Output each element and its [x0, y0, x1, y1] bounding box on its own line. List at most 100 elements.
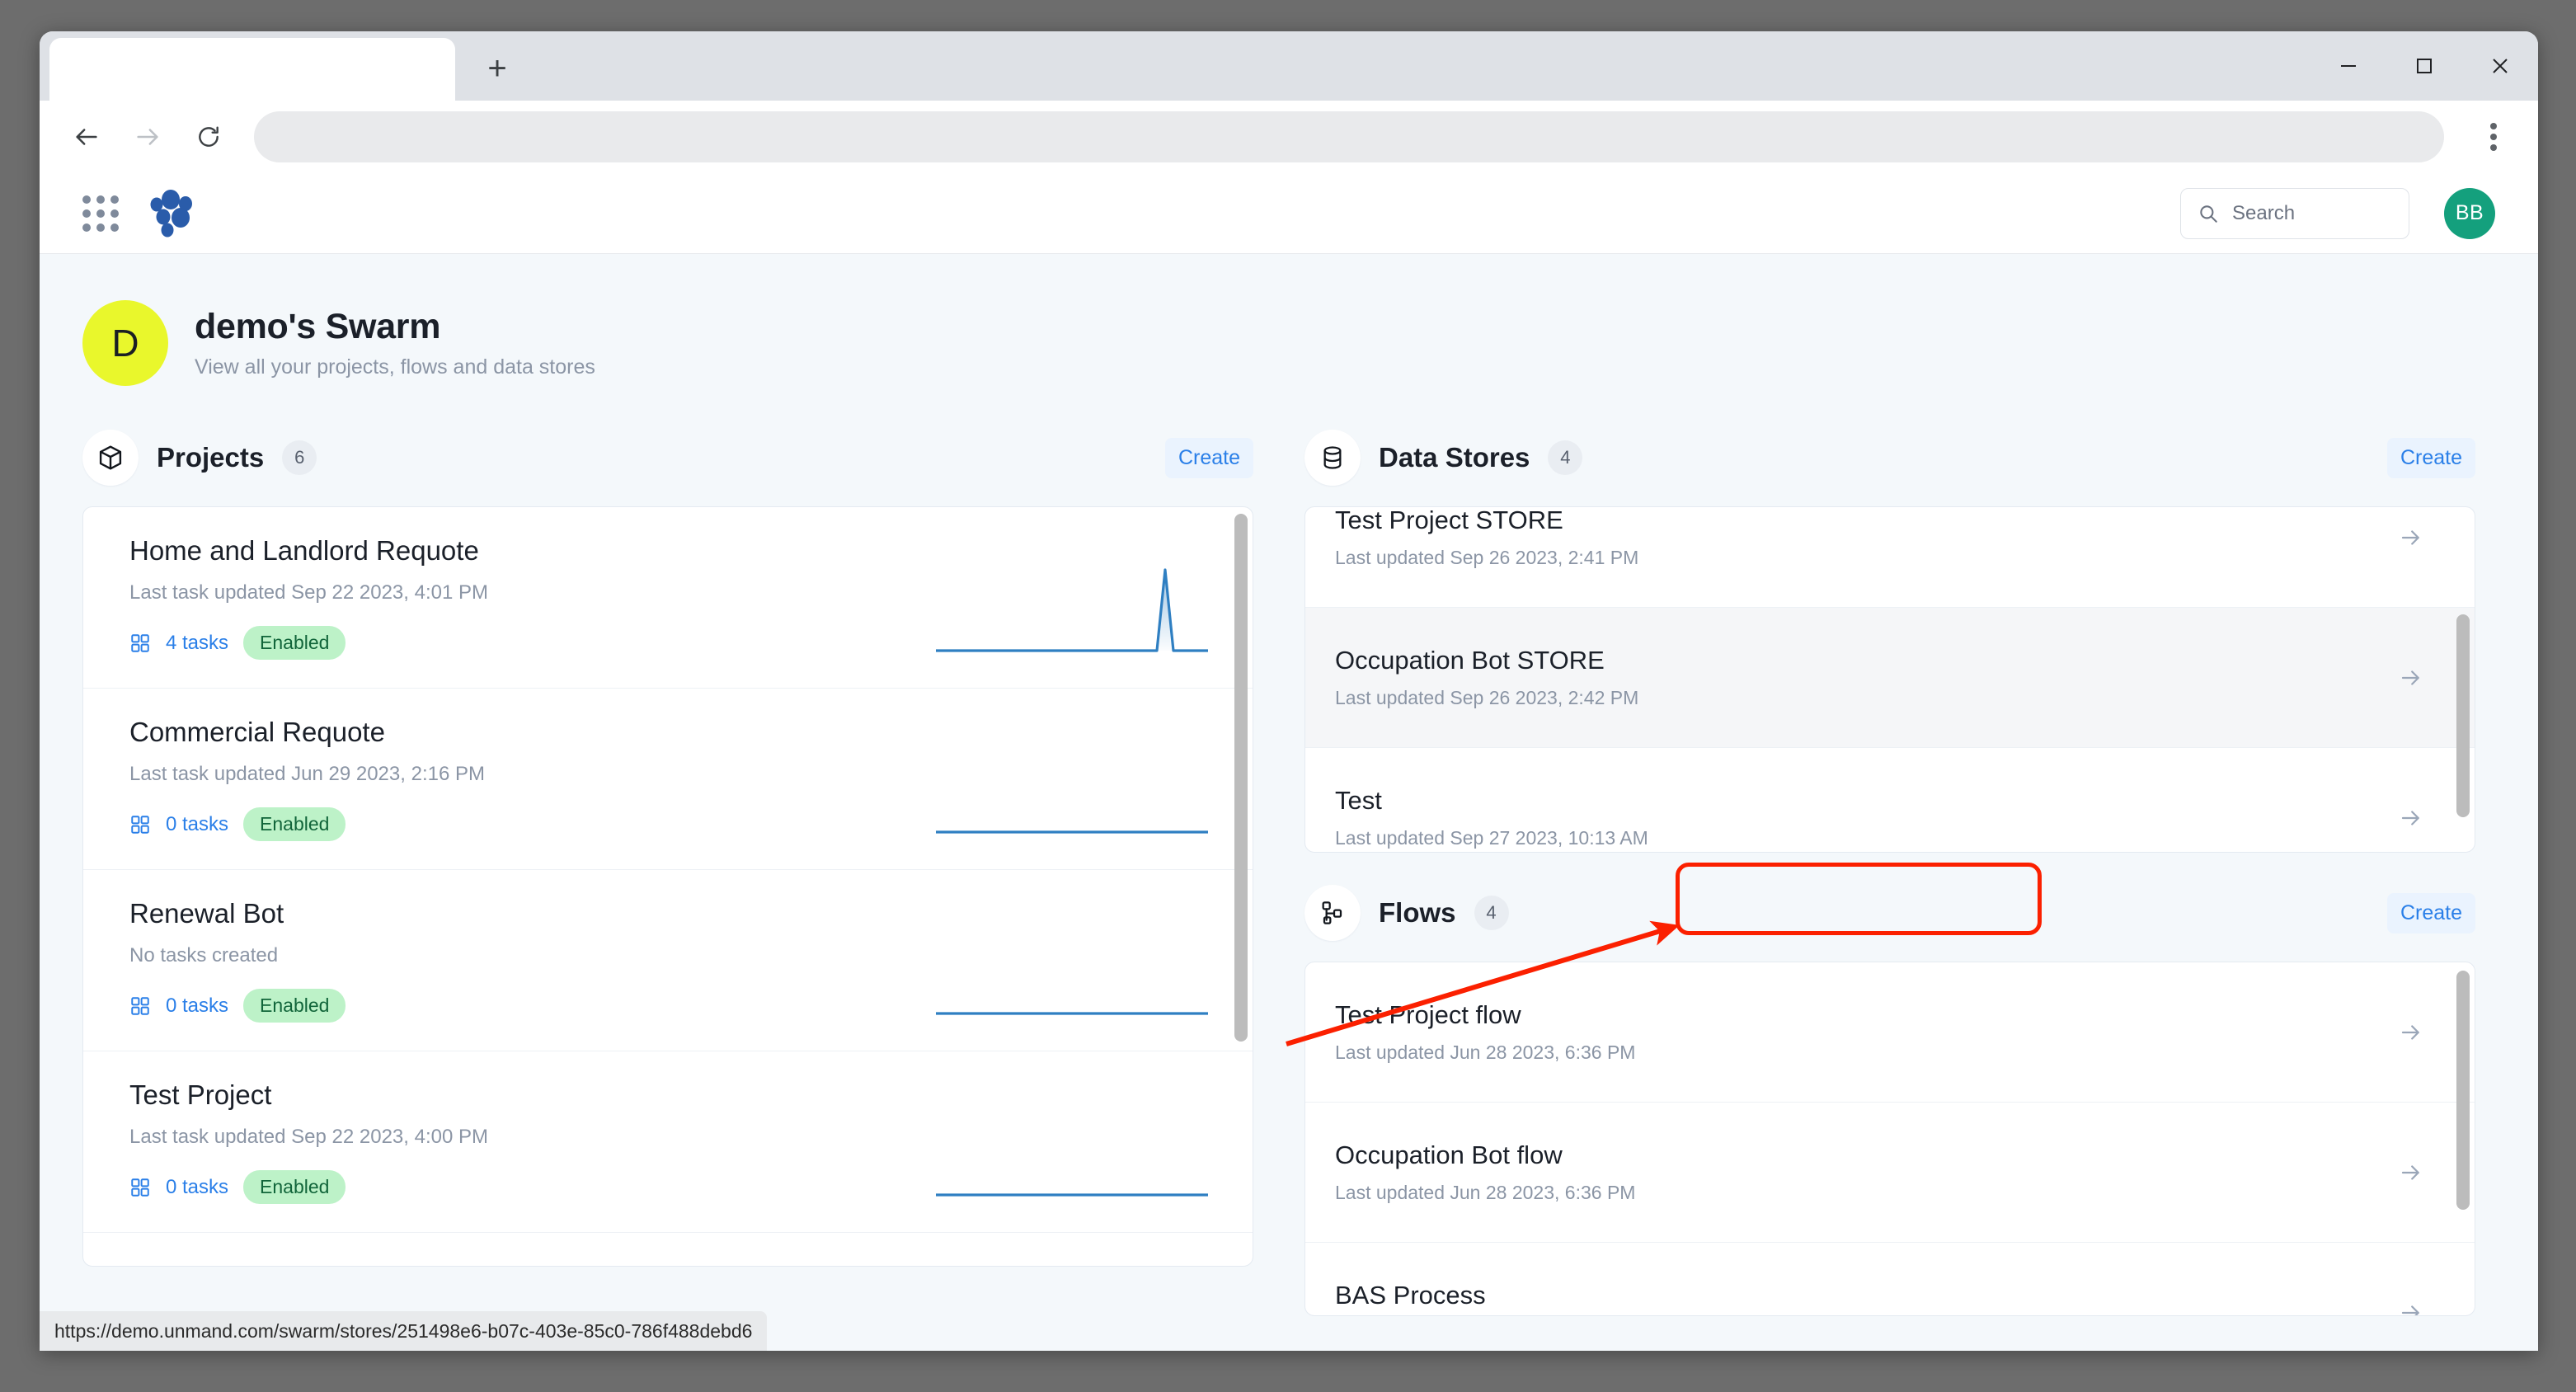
project-name: Renewal Bot: [129, 898, 284, 929]
project-name: Test Project: [129, 1079, 272, 1110]
flow-row[interactable]: Occupation Bot flow Last updated Jun 28 …: [1305, 1103, 2475, 1243]
flows-count: 4: [1474, 896, 1509, 930]
minimize-button[interactable]: [2310, 31, 2386, 101]
flow-row[interactable]: Test Project flow Last updated Jun 28 20…: [1305, 962, 2475, 1103]
flow-nodes-icon: [1304, 885, 1361, 941]
arrow-right-icon: [2399, 665, 2423, 690]
search-input[interactable]: Search: [2180, 187, 2409, 239]
project-task-count[interactable]: 0 tasks: [166, 995, 228, 1018]
project-subtitle: Last task updated Sep 22 2023, 4:01 PM: [129, 581, 488, 604]
swarm-header: D demo's Swarm View all your projects, f…: [82, 300, 2495, 386]
project-task-count[interactable]: 0 tasks: [166, 1176, 228, 1199]
reload-icon: [199, 126, 219, 147]
forward-button[interactable]: [120, 110, 175, 164]
flow-row-text: Test Project flow Last updated Jun 28 20…: [1335, 1000, 1635, 1064]
project-meta: 0 tasks Enabled: [129, 1170, 872, 1204]
tasks-grid-icon: [131, 996, 149, 1015]
page-title: demo's Swarm: [195, 307, 441, 346]
flow-row-text: Occupation Bot flow Last updated Jun 28 …: [1335, 1140, 1635, 1204]
project-task-count[interactable]: 4 tasks: [166, 632, 228, 655]
projects-column: Projects 6 Create Home and Landlord Requ…: [82, 427, 1253, 1316]
swarm-avatar: D: [82, 300, 168, 386]
unmand-hex-logo-icon[interactable]: [148, 189, 195, 237]
cube-icon: [82, 430, 139, 486]
tasks-grid-icon: [131, 1178, 149, 1197]
window-controls: [2310, 31, 2538, 101]
arrow-right-icon: [2399, 1160, 2423, 1185]
project-sparkline: [936, 1012, 1208, 1015]
projects-scrollbar[interactable]: [1234, 514, 1248, 1042]
status-badge: Enabled: [243, 1170, 346, 1204]
data-stores-scrollbar[interactable]: [2456, 614, 2470, 817]
arrow-right-icon: [2399, 1020, 2423, 1045]
new-tab-button[interactable]: +: [470, 41, 524, 96]
address-bar[interactable]: [254, 111, 2444, 162]
project-card[interactable]: Renewal Bot No tasks created 0 tasks Ena…: [83, 870, 1253, 1051]
data-stores-title: Data Stores: [1379, 442, 1530, 473]
data-store-name: Test Project STORE: [1335, 506, 1563, 534]
browser-menu-button[interactable]: [2469, 110, 2518, 164]
projects-create-button[interactable]: Create: [1164, 437, 1253, 478]
project-card[interactable]: Commercial Requote Last task updated Jun…: [83, 689, 1253, 870]
data-store-name: Occupation Bot STORE: [1335, 646, 1605, 675]
data-store-row-text: Test Project STORE Last updated Sep 26 2…: [1335, 506, 1639, 569]
flow-name: Occupation Bot flow: [1335, 1140, 1563, 1169]
project-meta: 4 tasks Enabled: [129, 626, 872, 660]
swarm-header-text: demo's Swarm View all your projects, flo…: [195, 307, 595, 379]
status-badge: Enabled: [243, 989, 346, 1023]
projects-list: Home and Landlord Requote Last task upda…: [83, 507, 1253, 1266]
data-stores-section-header: Data Stores 4 Create: [1304, 427, 2475, 488]
close-button[interactable]: [2462, 31, 2538, 101]
project-sparkline: [936, 830, 1208, 834]
menu-dot: [2490, 144, 2497, 151]
project-task-count[interactable]: 0 tasks: [166, 813, 228, 836]
project-subtitle: No tasks created: [129, 944, 279, 966]
flows-create-button[interactable]: Create: [2386, 892, 2475, 933]
data-store-name: Test: [1335, 786, 1382, 815]
browser-window: + Search BB D demo's Swarm View all your…: [40, 31, 2538, 1351]
data-store-subtitle: Last updated Sep 26 2023, 2:41 PM: [1335, 547, 1639, 568]
maximize-button[interactable]: [2386, 31, 2462, 101]
user-avatar[interactable]: BB: [2444, 187, 2495, 239]
maximize-icon: [2417, 59, 2432, 73]
flow-row[interactable]: BAS Process Last updated Jul 12 2023, 7:…: [1305, 1243, 2475, 1315]
app-header-right: Search BB: [2180, 187, 2495, 239]
data-stores-count: 4: [1548, 440, 1583, 475]
data-stores-create-button[interactable]: Create: [2386, 437, 2475, 478]
flow-subtitle: Last updated Jun 28 2023, 6:36 PM: [1335, 1182, 1636, 1203]
project-card[interactable]: [83, 1233, 1253, 1266]
search-placeholder: Search: [2232, 201, 2296, 224]
data-store-row[interactable]: Occupation Bot STORE Last updated Sep 26…: [1305, 608, 2475, 748]
arrow-right-icon: [137, 129, 158, 145]
browser-tab[interactable]: [49, 38, 455, 101]
data-store-row[interactable]: Test Project STORE Last updated Sep 26 2…: [1305, 506, 2475, 608]
data-store-subtitle: Last updated Sep 26 2023, 2:42 PM: [1335, 687, 1639, 708]
arrow-right-icon: [2399, 525, 2423, 550]
page-viewport: Search BB D demo's Swarm View all your p…: [40, 173, 2538, 1351]
app-header: Search BB: [40, 173, 2538, 254]
flows-title: Flows: [1379, 897, 1456, 928]
user-avatar-initials: BB: [2455, 201, 2484, 224]
close-icon: [2493, 59, 2508, 73]
data-stores-list: Test Project STORE Last updated Sep 26 2…: [1305, 506, 2475, 852]
status-bar-url-text: https://demo.unmand.com/swarm/stores/251…: [54, 1319, 753, 1342]
data-store-row-text: Test Last updated Sep 27 2023, 10:13 AM: [1335, 786, 1648, 849]
flows-scrollbar[interactable]: [2456, 971, 2470, 1210]
project-subtitle: Last task updated Sep 22 2023, 4:00 PM: [129, 1126, 488, 1148]
apps-grid-icon[interactable]: [82, 195, 119, 232]
tasks-grid-icon: [131, 633, 149, 652]
flows-panel: Test Project flow Last updated Jun 28 20…: [1304, 962, 2475, 1316]
project-card[interactable]: Home and Landlord Requote Last task upda…: [83, 507, 1253, 689]
plus-icon: +: [487, 50, 507, 87]
data-stores-panel: Test Project STORE Last updated Sep 26 2…: [1304, 506, 2475, 853]
project-sparkline: [936, 1193, 1208, 1197]
back-button[interactable]: [59, 110, 114, 164]
reload-button[interactable]: [181, 110, 236, 164]
page-body: D demo's Swarm View all your projects, f…: [40, 254, 2538, 1316]
project-card[interactable]: Test Project Last task updated Sep 22 20…: [83, 1051, 1253, 1233]
project-sparkline: [936, 568, 1208, 652]
data-store-row-test[interactable]: Test Last updated Sep 27 2023, 10:13 AM: [1305, 748, 2475, 852]
projects-panel: Home and Landlord Requote Last task upda…: [82, 506, 1253, 1267]
arrow-left-icon: [76, 129, 97, 145]
search-icon: [2200, 205, 2217, 223]
